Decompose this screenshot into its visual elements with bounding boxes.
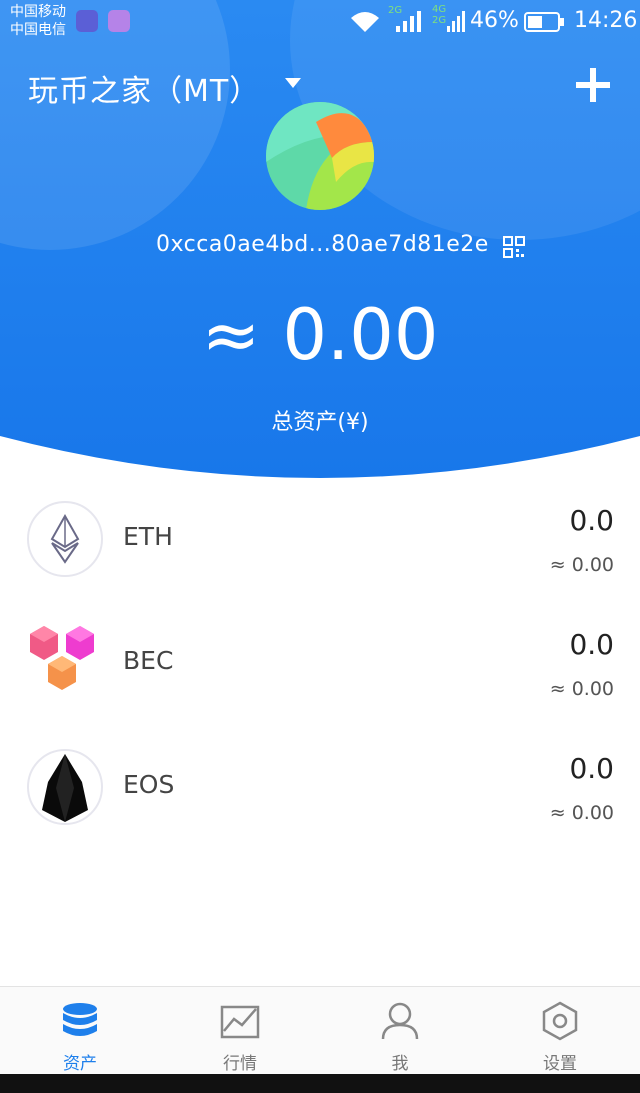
total-assets-value: ≈ 0.00	[201, 294, 439, 376]
market-chart-icon	[220, 1005, 260, 1039]
wallet-avatar[interactable]	[266, 102, 374, 210]
asset-amount: 0.0	[569, 752, 614, 785]
signal-2-icon	[447, 11, 465, 32]
wifi-icon	[351, 12, 379, 32]
asset-fiat-value: ≈ 0.00	[549, 678, 614, 700]
wallet-name[interactable]: 玩币之家（MT）	[28, 66, 260, 110]
settings-icon	[542, 1001, 578, 1041]
add-wallet-button[interactable]	[574, 66, 612, 104]
assets-icon	[63, 1003, 97, 1036]
asset-row-bec[interactable]: BEC 0.0 ≈ 0.00	[0, 602, 640, 726]
notification-app-icon	[76, 10, 98, 32]
asset-symbol: ETH	[123, 522, 173, 551]
carrier-info: 中国移动 中国电信	[10, 3, 66, 39]
tab-label: 行情	[223, 1054, 257, 1074]
carrier-2: 中国电信	[10, 22, 66, 38]
total-assets-label: 总资产(¥)	[271, 410, 369, 435]
signal-icon	[396, 11, 421, 32]
carrier-1: 中国移动	[10, 4, 66, 20]
net-4g-label: 4G 2G	[432, 4, 447, 26]
system-nav-strip	[0, 1074, 640, 1093]
status-bar: 中国移动 中国电信 2G 4G 2G 46% 14:26	[0, 0, 640, 44]
battery-percent: 46%	[470, 8, 519, 33]
bec-icon	[30, 626, 94, 690]
qr-code-icon[interactable]	[503, 236, 525, 258]
wallet-header: 中国移动 中国电信 2G 4G 2G 46% 14:26 玩币之家（MT） 0x…	[0, 0, 640, 480]
asset-amount: 0.0	[569, 628, 614, 661]
dropdown-arrow-icon[interactable]	[283, 76, 303, 90]
tab-label: 我	[391, 1054, 409, 1074]
tab-market[interactable]: 行情	[160, 987, 320, 1075]
battery-icon	[524, 12, 564, 32]
clock: 14:26	[574, 8, 638, 33]
asset-row-eos[interactable]: EOS 0.0 ≈ 0.00	[0, 726, 640, 850]
asset-row-eth[interactable]: ETH 0.0 ≈ 0.00	[0, 478, 640, 602]
wallet-address[interactable]: 0xcca0ae4bd...80ae7d81e2e	[156, 232, 489, 257]
tab-label: 设置	[543, 1054, 577, 1074]
eos-icon	[27, 749, 103, 825]
asset-fiat-value: ≈ 0.00	[549, 554, 614, 576]
bottom-tab-bar: 资产 行情 我 设置	[0, 986, 640, 1075]
tab-label: 资产	[63, 1054, 97, 1074]
asset-amount: 0.0	[569, 504, 614, 537]
tab-settings[interactable]: 设置	[480, 987, 640, 1075]
asset-fiat-value: ≈ 0.00	[549, 802, 614, 824]
gallery-notification-icon	[108, 10, 130, 32]
profile-icon	[381, 1002, 419, 1040]
eth-icon	[27, 501, 103, 577]
asset-symbol: BEC	[123, 646, 174, 675]
asset-symbol: EOS	[123, 770, 175, 799]
tab-me[interactable]: 我	[320, 987, 480, 1075]
tab-assets[interactable]: 资产	[0, 987, 160, 1075]
